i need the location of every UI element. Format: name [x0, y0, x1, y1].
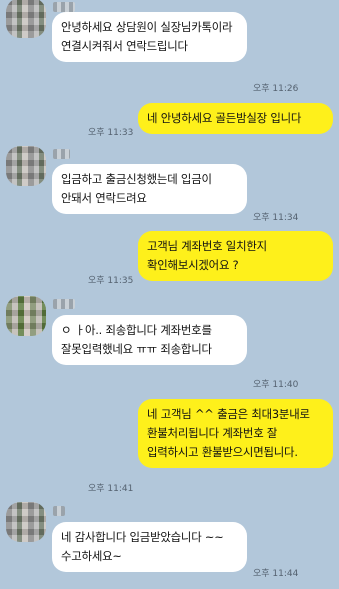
message-time-3: 오후 11:34 [253, 213, 299, 223]
message-bubble-5[interactable]: ㅇ ㅏ아.. 죄송합니다 계좌번호를 잘못입력했네요 ㅠㅠ 죄송합니다 [52, 315, 247, 365]
message-bubble-1[interactable]: 안녕하세요 상담원이 실장님카톡이라 연결시켜줘서 연락드립니다 [52, 12, 247, 62]
message-text: 안녕하세요 상담원이 실장님카톡이라 연결시켜줘서 연락드립니다 [61, 20, 233, 53]
message-text: ㅇ ㅏ아.. 죄송합니다 계좌번호를 잘못입력했네요 ㅠㅠ 죄송합니다 [61, 323, 212, 356]
message-text: 입금하고 출금신청했는데 입금이 안돼서 연락드려요 [61, 172, 212, 205]
sender-avatar[interactable] [6, 146, 46, 186]
sender-avatar[interactable] [6, 0, 46, 38]
message-time-7: 오후 11:44 [253, 569, 299, 579]
sender-name [53, 2, 75, 12]
message-time-4: 오후 11:35 [88, 276, 134, 286]
message-bubble-2[interactable]: 네 안녕하세요 골든밤실장 입니다 [138, 103, 333, 134]
sender-name [53, 506, 65, 516]
message-bubble-6[interactable]: 네 고객님 ^^ 출금은 최대3분내로 환불처리됩니다 계좌번호 잘 입력하시고… [138, 399, 333, 468]
message-bubble-4[interactable]: 고객님 계좌번호 일치한지 확인해보시겠어요 ? [138, 231, 333, 281]
sender-avatar[interactable] [6, 296, 46, 336]
message-time-1: 오후 11:26 [253, 84, 299, 94]
message-text: 고객님 계좌번호 일치한지 확인해보시겠어요 ? [147, 239, 267, 272]
message-bubble-3[interactable]: 입금하고 출금신청했는데 입금이 안돼서 연락드려요 [52, 164, 247, 214]
message-text: 네 안녕하세요 골든밤실장 입니다 [147, 111, 302, 125]
sender-name [53, 149, 70, 159]
sender-avatar[interactable] [6, 502, 46, 542]
message-time-6: 오후 11:41 [88, 484, 134, 494]
sender-name [53, 299, 75, 309]
message-bubble-7[interactable]: 네 감사합니다 입금받았습니다 ~~수고하세요~ [52, 522, 247, 572]
message-text: 네 고객님 ^^ 출금은 최대3분내로 환불처리됩니다 계좌번호 잘 입력하시고… [147, 407, 310, 459]
message-time-5: 오후 11:40 [253, 380, 299, 390]
message-text: 네 감사합니다 입금받았습니다 ~~수고하세요~ [61, 530, 224, 563]
message-time-2: 오후 11:33 [88, 128, 134, 138]
